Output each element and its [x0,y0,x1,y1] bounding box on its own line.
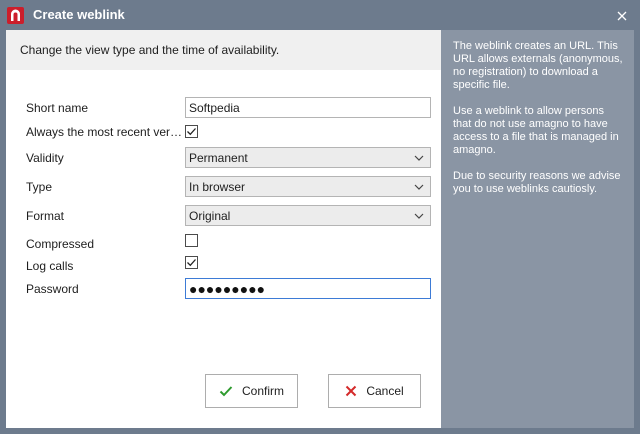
password-masked-value: ●●●●●●●●● [189,280,266,297]
log-calls-label: Log calls [26,259,74,273]
password-input[interactable]: ●●●●●●●●● [185,278,431,299]
cancel-button[interactable]: Cancel [328,374,421,408]
amagno-logo-icon [7,7,24,24]
validity-value: Permanent [189,150,248,165]
validity-select[interactable]: Permanent [185,147,431,168]
format-label: Format [26,209,65,223]
compressed-checkbox[interactable] [185,234,198,247]
validity-label: Validity [26,151,64,165]
short-name-label: Short name [26,101,89,115]
format-select[interactable]: Original [185,205,431,226]
type-label: Type [26,180,53,194]
help-paragraph: Due to security reasons we advise you to… [453,170,621,195]
chevron-down-icon [414,213,424,219]
checkmark-icon [187,128,196,136]
help-paragraph: Use a weblink to allow persons that do n… [453,105,619,156]
window-frame-bottom [0,428,640,434]
cancel-label: Cancel [366,384,404,398]
password-label: Password [26,282,79,296]
log-calls-checkbox[interactable] [185,256,198,269]
format-value: Original [189,208,231,223]
checkmark-icon [187,259,196,267]
chevron-down-icon [414,184,424,190]
header-description: Change the view type and the time of ava… [20,43,280,57]
short-name-input[interactable] [185,97,431,118]
close-icon [345,385,357,397]
help-side-panel: The weblink creates an URL. This URL all… [441,30,634,428]
most-recent-label: Always the most recent ver… [26,125,183,139]
title-bar: Create weblink [0,0,640,30]
close-icon[interactable] [614,8,630,24]
help-paragraph: The weblink creates an URL. This URL all… [453,40,623,91]
window-title: Create weblink [33,7,125,22]
confirm-label: Confirm [241,384,284,398]
type-value: In browser [189,179,246,194]
weblink-form-panel: Change the view type and the time of ava… [6,30,441,428]
header-band: Change the view type and the time of ava… [6,30,441,70]
type-select[interactable]: In browser [185,176,431,197]
chevron-down-icon [414,155,424,161]
checkmark-icon [219,385,233,397]
compressed-label: Compressed [26,237,95,251]
confirm-button[interactable]: Confirm [205,374,298,408]
most-recent-checkbox[interactable] [185,125,198,138]
